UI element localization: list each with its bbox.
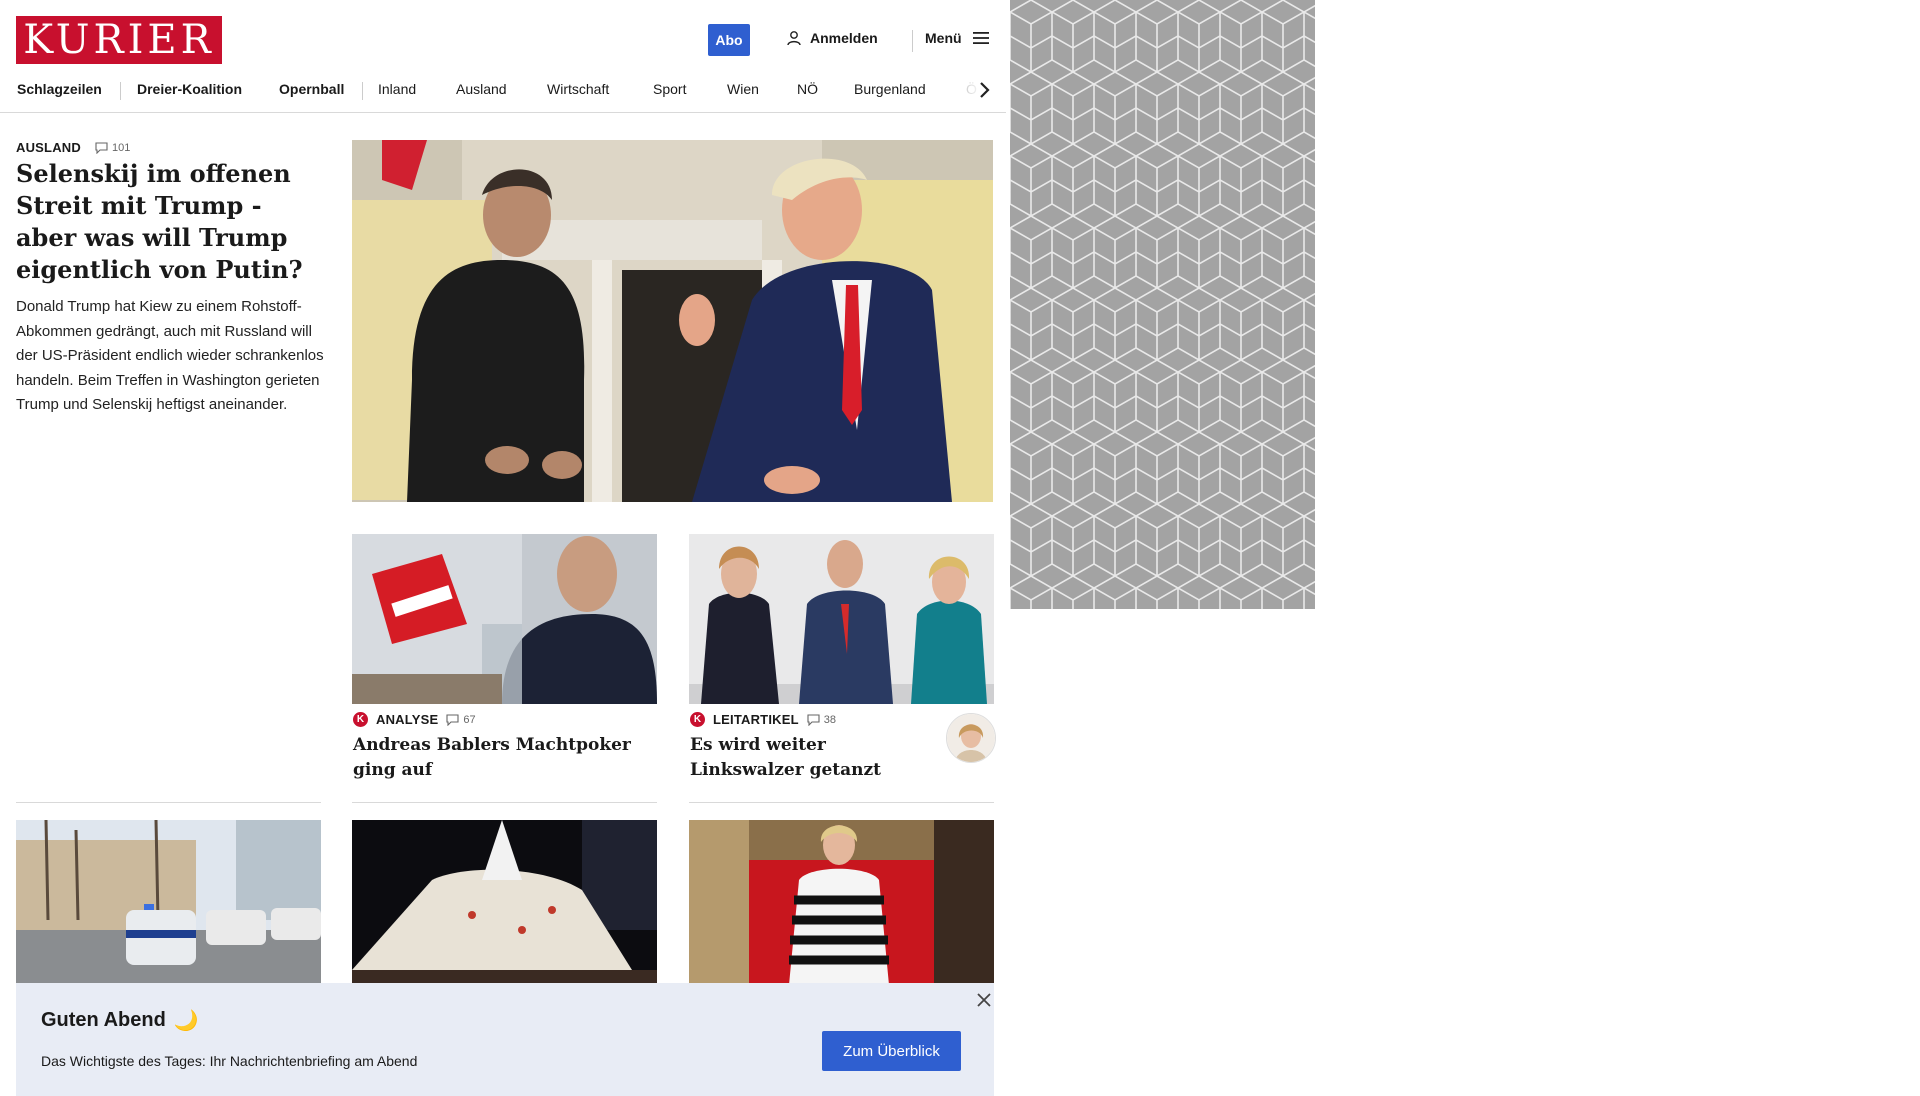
nav-divider xyxy=(120,82,121,100)
comment-icon xyxy=(446,713,459,726)
moon-icon: 🌙 xyxy=(173,1010,199,1032)
comment-icon xyxy=(95,141,108,154)
card-comment-count: 38 xyxy=(823,713,836,726)
nav-divider xyxy=(362,82,363,100)
lead-image[interactable] xyxy=(352,140,993,502)
card-image-babler[interactable] xyxy=(352,534,657,704)
nav-item-ausland[interactable]: Ausland xyxy=(456,81,507,97)
card-image-leitartikel[interactable] xyxy=(689,534,994,704)
briefing-text: Das Wichtigste des Tages: Ihr Nachrichte… xyxy=(41,1053,418,1069)
card-comments[interactable]: 67 xyxy=(446,713,476,726)
nav-item-schlagzeilen[interactable]: Schlagzeilen xyxy=(17,81,102,97)
teaser-image-police[interactable] xyxy=(16,820,321,985)
card-meta: K ANALYSE 67 xyxy=(353,712,476,727)
chevron-right-icon[interactable] xyxy=(974,80,994,100)
nav-item-wirtschaft[interactable]: Wirtschaft xyxy=(547,81,609,97)
nav-item-wien[interactable]: Wien xyxy=(727,81,759,97)
section-divider xyxy=(352,802,657,803)
card-kicker[interactable]: LEITARTIKEL xyxy=(713,712,799,727)
nav-item-noe[interactable]: NÖ xyxy=(797,81,818,97)
lead-meta: AUSLAND 101 xyxy=(16,140,130,155)
teaser-image-opernball[interactable] xyxy=(689,820,994,985)
comment-icon xyxy=(807,713,820,726)
lead-comments[interactable]: 101 xyxy=(95,142,130,154)
header-divider xyxy=(912,30,913,52)
nav-item-inland[interactable]: Inland xyxy=(378,81,416,97)
briefing-title: Guten Abend 🌙 xyxy=(41,1008,199,1033)
section-divider xyxy=(689,802,994,803)
card-comment-count: 67 xyxy=(463,713,476,726)
kurier-logo[interactable]: KURIER xyxy=(16,16,222,64)
card-headline[interactable]: Es wird weiter Linkswalzer getanzt xyxy=(690,733,920,783)
lead-comment-count: 101 xyxy=(111,141,131,154)
logo-text: KURIER xyxy=(23,17,215,63)
hamburger-icon xyxy=(972,32,989,44)
menu-label: Menü xyxy=(925,30,962,46)
lead-teaser[interactable]: Donald Trump hat Kiew zu einem Rohstoff-… xyxy=(16,295,326,418)
nav-item-sport[interactable]: Sport xyxy=(653,81,686,97)
card-comments[interactable]: 38 xyxy=(807,714,836,726)
author-avatar[interactable] xyxy=(946,713,996,763)
briefing-title-text: Guten Abend xyxy=(41,1009,166,1031)
overview-button[interactable]: Zum Überblick xyxy=(822,1031,961,1071)
nav-item-dreier-koalition[interactable]: Dreier-Koalition xyxy=(137,81,242,97)
menu-button[interactable]: Menü xyxy=(925,30,990,46)
login-label: Anmelden xyxy=(810,30,878,46)
kurier-plus-icon: K xyxy=(690,712,705,727)
ad-pattern-banner[interactable] xyxy=(1010,0,1315,609)
abo-button[interactable]: Abo xyxy=(708,24,750,56)
card-kicker[interactable]: ANALYSE xyxy=(376,712,438,727)
nav-item-opernball[interactable]: Opernball xyxy=(279,81,344,97)
kurier-plus-icon: K xyxy=(353,712,368,727)
user-icon xyxy=(787,31,801,46)
close-icon[interactable] xyxy=(976,992,992,1008)
evening-briefing-banner: Guten Abend 🌙 Das Wichtigste des Tages: … xyxy=(16,983,994,1096)
section-nav: Schlagzeilen Dreier-Koalition Opernball … xyxy=(0,76,1006,113)
nav-item-burgenland[interactable]: Burgenland xyxy=(854,81,926,97)
section-divider xyxy=(16,802,321,803)
card-meta: K LEITARTIKEL 38 xyxy=(690,712,836,727)
lead-kicker[interactable]: AUSLAND xyxy=(16,140,81,155)
lead-headline[interactable]: Selenskij im offenen Streit mit Trump - … xyxy=(16,158,326,286)
login-button[interactable]: Anmelden xyxy=(786,30,878,46)
card-headline[interactable]: Andreas Bablers Machtpoker ging auf xyxy=(353,733,658,783)
teaser-image-memorial[interactable] xyxy=(352,820,657,985)
page: KURIER Abo Anmelden Menü Schlagzeilen Dr… xyxy=(0,0,1006,1096)
